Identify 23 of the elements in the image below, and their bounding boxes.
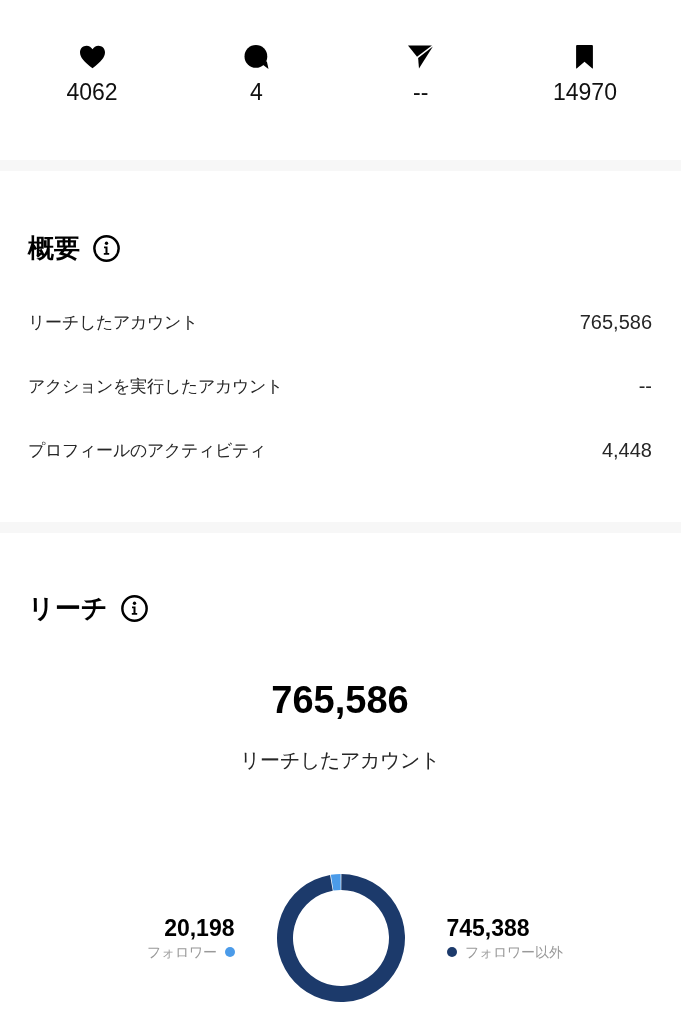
metric-value: 4,448: [601, 438, 652, 462]
metric-label: アクションを実行したアカウント: [28, 374, 283, 398]
stat-count: 4: [249, 78, 263, 106]
total-reach-value: 765,586: [271, 678, 409, 722]
metric-value: 765,586: [579, 310, 652, 334]
legend-label: フォロワー以外: [464, 943, 563, 962]
paper-plane-icon: [408, 45, 434, 69]
section-title: 概要: [28, 232, 80, 264]
heart-icon: [79, 45, 105, 69]
total-reach-label: リーチしたアカウント: [240, 747, 440, 774]
section-title: リーチ: [28, 592, 108, 624]
legend-label: フォロワー: [146, 943, 217, 962]
stat-count: --: [413, 78, 429, 106]
metric-value: --: [638, 374, 652, 398]
stat-count: 14970: [553, 78, 617, 106]
info-icon[interactable]: [121, 594, 148, 622]
legend-value: 745,388: [446, 914, 530, 942]
metric-label: リーチしたアカウント: [28, 310, 198, 334]
legend-value: 20,198: [164, 914, 235, 942]
stat-count: 4062: [66, 78, 118, 106]
info-icon[interactable]: [93, 234, 120, 262]
speech-bubble-icon: [243, 45, 269, 69]
metric-label: プロフィールのアクティビティ: [28, 438, 266, 462]
